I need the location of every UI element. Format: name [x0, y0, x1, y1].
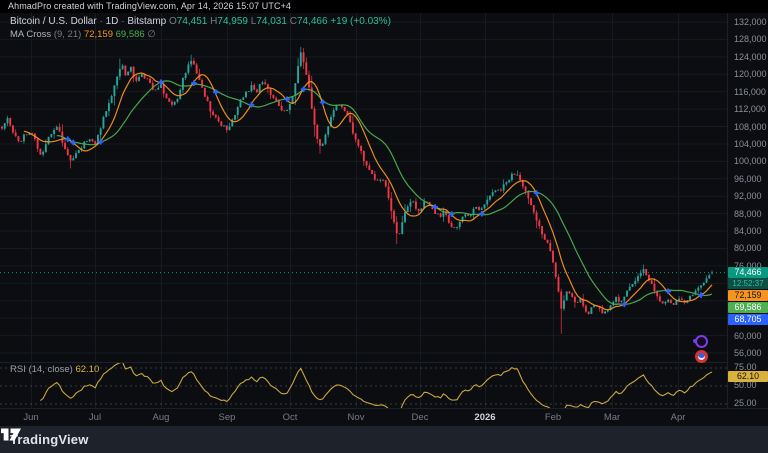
rsi-params: (14, close) [28, 364, 73, 375]
price-axis-label: 84,000 [734, 226, 762, 237]
event-marks [693, 335, 711, 363]
price-axis-label: 112,000 [734, 104, 766, 115]
high-value: 74,959 [217, 16, 248, 27]
ma-fast-value: 72,159 [83, 29, 113, 40]
price-badge: 68,705 [728, 314, 768, 326]
attribution-bar: AhmadPro created with TradingView.com, A… [0, 0, 768, 13]
price-badge: 72,159 [728, 290, 768, 302]
open-value: 74,451 [176, 16, 208, 27]
ma-cross-empty-value: ∅ [147, 29, 156, 40]
change-value: +19 (+0.03%) [330, 16, 391, 27]
exchange-label[interactable]: Bitstamp [127, 16, 166, 27]
symbol-legend-row[interactable]: Bitcoin / U.S. Dollar · 1D · Bitstamp O7… [10, 15, 391, 28]
rsi-canvas[interactable] [0, 363, 727, 409]
close-label: C [289, 16, 297, 27]
time-axis-label: Nov [347, 412, 365, 423]
time-axis-label: Dec [411, 412, 429, 423]
tradingview-chart-window: AhmadPro created with TradingView.com, A… [0, 0, 768, 453]
price-axis-label: 92,000 [734, 191, 762, 202]
ma-fast-line [23, 72, 713, 311]
time-axis-label: Jun [23, 412, 39, 423]
main-pane[interactable]: Bitcoin / U.S. Dollar · 1D · Bitstamp O7… [0, 13, 727, 363]
price-axis-label: 116,000 [734, 86, 766, 97]
price-axis-label: 124,000 [734, 51, 767, 62]
price-axis-label: 100,000 [734, 156, 767, 167]
time-axis-label: Mar [603, 412, 621, 423]
price-axis[interactable]: 132,000 128,000 124,000 120,000 116,000 112,0… [727, 13, 768, 408]
close-value: 74,466 [296, 16, 328, 27]
time-axis[interactable]: Jun Jul Aug Sep Oct Nov Dec 2026 Feb Mar Apr [0, 408, 768, 426]
chart-legend: Bitcoin / U.S. Dollar · 1D · Bitstamp O7… [10, 15, 391, 41]
rsi-value: 62.10 [75, 364, 100, 375]
ma-cross-name[interactable]: MA Cross [10, 29, 51, 40]
tradingview-logo-icon[interactable] [0, 426, 22, 443]
candlestick-canvas[interactable] [0, 13, 727, 361]
grid [0, 13, 727, 361]
ma-slow-line [56, 80, 713, 306]
rsi-legend[interactable]: RSI (14, close) 62.10 [10, 364, 99, 375]
price-axis-label: 96,000 [734, 173, 762, 184]
time-axis-label: Apr [670, 412, 686, 423]
price-axis-label: 132,000 [734, 17, 767, 27]
rsi-value-badge: 62.10 [728, 370, 768, 382]
event-mark-purple-icon[interactable] [693, 335, 708, 348]
footer-bar: TradingView [0, 426, 768, 453]
time-axis-label: Aug [152, 412, 170, 423]
ma-slow-value: 69,586 [115, 29, 145, 40]
price-axis-label: 128,000 [734, 34, 767, 45]
price-badge: 69,586 [728, 302, 768, 314]
rsi-pane[interactable]: RSI (14, close) 62.10 [0, 362, 727, 409]
price-axis-label: 104,000 [734, 138, 767, 149]
legend-separator: · [99, 16, 103, 27]
price-axis-label: 60,000 [734, 330, 762, 341]
time-axis-label: Sep [218, 412, 236, 423]
price-axis-label: 56,000 [734, 348, 762, 358]
time-axis-label: Oct [282, 412, 298, 423]
symbol-title[interactable]: Bitcoin / U.S. Dollar [10, 16, 97, 27]
price-axis-label: 108,000 [734, 121, 767, 132]
time-axis-label: Feb [544, 412, 562, 423]
low-value: 74,031 [256, 16, 287, 27]
attribution-text: AhmadPro created with TradingView.com, A… [8, 1, 292, 11]
open-label: O [169, 16, 177, 27]
countdown-badge: 12:52:37 [728, 278, 768, 290]
interval-label[interactable]: 1D [106, 16, 119, 27]
legend-separator: · [121, 16, 125, 27]
price-axis-label: 80,000 [734, 243, 762, 254]
price-badge: 74,466 [728, 267, 768, 279]
time-axis-label: Jul [88, 412, 102, 423]
rsi-name[interactable]: RSI [10, 364, 26, 375]
price-axis-label: 88,000 [734, 208, 762, 219]
rsi-axis-label: 25.00 [734, 398, 757, 408]
ma-cross-params: (9, 21) [53, 29, 82, 40]
event-mark-flag-icon[interactable] [695, 350, 708, 363]
time-axis-label: 2026 [474, 412, 496, 423]
price-axis-label: 120,000 [734, 69, 767, 80]
ma-cross-legend-row[interactable]: MA Cross (9, 21) 72,159 69,586 ∅ [10, 28, 391, 41]
